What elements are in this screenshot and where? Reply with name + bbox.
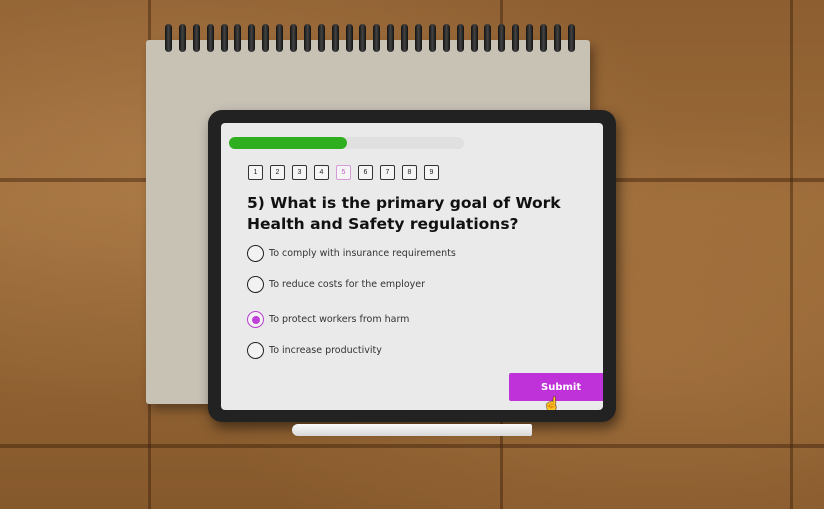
spiral-coil bbox=[456, 24, 464, 52]
spiral-coil bbox=[234, 24, 242, 52]
spiral-coil bbox=[359, 24, 367, 52]
question-nav-item-8[interactable]: 8 bbox=[402, 165, 417, 180]
spiral-coil bbox=[567, 24, 575, 52]
radio-button[interactable] bbox=[247, 276, 264, 293]
spiral-coil bbox=[442, 24, 450, 52]
spiral-coil bbox=[540, 24, 548, 52]
answer-option[interactable]: To increase productivity bbox=[247, 342, 382, 359]
question-nav-item-5[interactable]: 5 bbox=[336, 165, 351, 180]
tablet-screen: 123456789 5) What is the primary goal of… bbox=[221, 123, 603, 410]
question-nav-item-9[interactable]: 9 bbox=[424, 165, 439, 180]
spiral-coil bbox=[401, 24, 409, 52]
stylus-pencil bbox=[292, 424, 532, 436]
question-nav-item-7[interactable]: 7 bbox=[380, 165, 395, 180]
radio-button[interactable] bbox=[247, 342, 264, 359]
answer-option[interactable]: To protect workers from harm bbox=[247, 311, 409, 328]
question-nav-item-1[interactable]: 1 bbox=[248, 165, 263, 180]
question-nav-item-6[interactable]: 6 bbox=[358, 165, 373, 180]
spiral-coil bbox=[484, 24, 492, 52]
answer-option[interactable]: To comply with insurance requirements bbox=[247, 245, 456, 262]
spiral-coil bbox=[220, 24, 228, 52]
couch-seam bbox=[790, 0, 793, 509]
answer-option-label: To comply with insurance requirements bbox=[269, 248, 456, 259]
question-nav-item-4[interactable]: 4 bbox=[314, 165, 329, 180]
spiral-coil bbox=[345, 24, 353, 52]
spiral-coil bbox=[165, 24, 172, 52]
progress-bar-fill bbox=[229, 137, 347, 149]
spiral-coil bbox=[317, 24, 325, 52]
answer-option[interactable]: To reduce costs for the employer bbox=[247, 276, 425, 293]
spiral-coil bbox=[526, 24, 534, 52]
spiral-coil bbox=[290, 24, 298, 52]
notebook-spiral-binding bbox=[165, 24, 575, 56]
question-nav-item-3[interactable]: 3 bbox=[292, 165, 307, 180]
hand-pointer-icon: ☝ bbox=[543, 396, 561, 410]
question-text: 5) What is the primary goal of Work Heal… bbox=[247, 194, 561, 233]
answer-option-label: To increase productivity bbox=[269, 345, 382, 356]
spiral-coil bbox=[178, 24, 186, 52]
spiral-coil bbox=[192, 24, 200, 52]
spiral-coil bbox=[512, 24, 520, 52]
spiral-coil bbox=[248, 24, 256, 52]
progress-bar bbox=[229, 137, 464, 149]
spiral-coil bbox=[206, 24, 214, 52]
spiral-coil bbox=[428, 24, 436, 52]
spiral-coil bbox=[373, 24, 381, 52]
spiral-coil bbox=[276, 24, 284, 52]
spiral-coil bbox=[498, 24, 506, 52]
question-nav-item-2[interactable]: 2 bbox=[270, 165, 285, 180]
radio-selected-dot bbox=[251, 315, 260, 324]
spiral-coil bbox=[387, 24, 395, 52]
spiral-coil bbox=[415, 24, 423, 52]
spiral-coil bbox=[262, 24, 270, 52]
couch-seam bbox=[0, 444, 824, 448]
spiral-coil bbox=[553, 24, 561, 52]
question-navigation: 123456789 bbox=[248, 165, 439, 180]
radio-button-selected[interactable] bbox=[247, 311, 264, 328]
answer-option-label: To reduce costs for the employer bbox=[269, 279, 426, 290]
spiral-coil bbox=[331, 24, 339, 52]
answer-option-label: To protect workers from harm bbox=[269, 314, 410, 325]
radio-button[interactable] bbox=[247, 245, 264, 262]
spiral-coil bbox=[470, 24, 478, 52]
spiral-coil bbox=[303, 24, 311, 52]
